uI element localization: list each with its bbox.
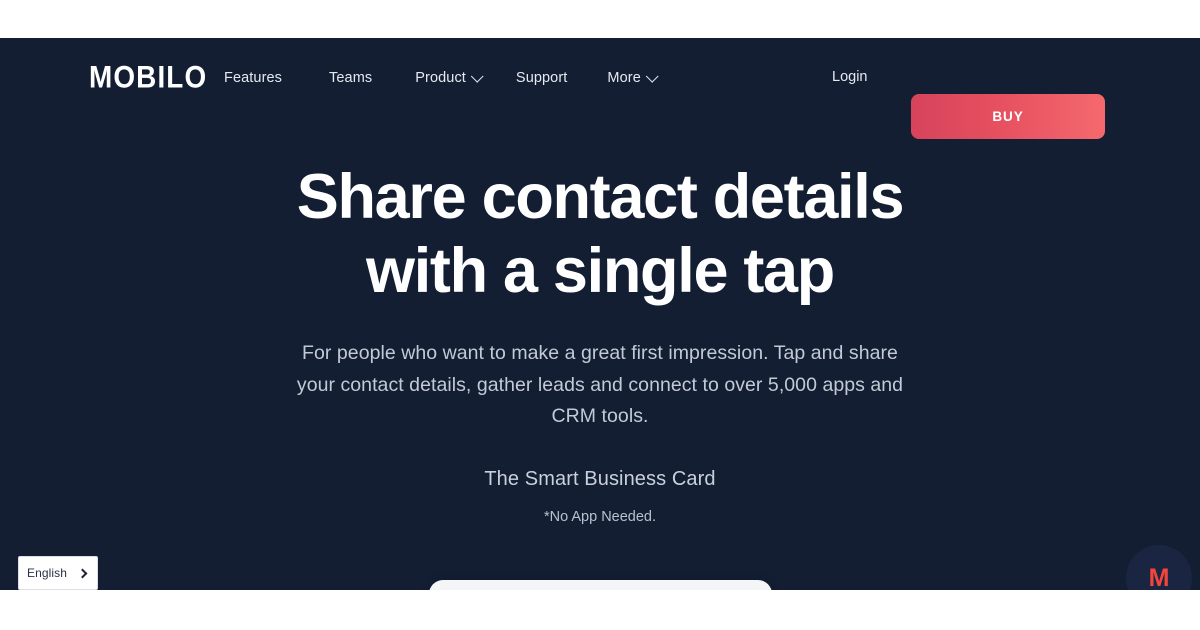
language-selector-label: English <box>27 566 68 580</box>
page-top-strip <box>0 0 1200 38</box>
hero-preview-card[interactable] <box>429 580 772 590</box>
nav-item-more[interactable]: More <box>607 69 659 86</box>
nav-item-product[interactable]: Product <box>415 69 484 86</box>
hero-footnote: *No App Needed. <box>543 509 657 525</box>
hero-section: MOBILO Features Teams Product Support Mo… <box>0 38 1200 590</box>
page-title: Share contact details with a single tap <box>0 160 1200 309</box>
site-navbar: MOBILO Features Teams Product Support Mo… <box>0 38 1200 139</box>
hero-subheadline: For people who want to make a great firs… <box>296 342 904 428</box>
nav-item-support[interactable]: Support <box>516 70 568 86</box>
chevron-right-icon <box>77 568 88 578</box>
hero-tagline: The Smart Business Card <box>484 468 716 490</box>
chevron-down-icon <box>645 69 659 83</box>
nav-item-label: Support <box>515 70 568 86</box>
nav-links: Features Teams Product Support More <box>224 38 659 118</box>
chevron-down-icon <box>470 69 484 83</box>
nav-item-label: Features <box>224 70 283 86</box>
login-link[interactable]: Login <box>832 69 867 85</box>
mobilo-chat-icon: M <box>1148 563 1170 590</box>
headline-line-1: Share contact details <box>296 162 905 232</box>
nav-item-label: Product <box>415 70 466 86</box>
language-selector[interactable]: English <box>18 556 98 590</box>
mobilo-logo[interactable]: MOBILO <box>89 61 207 94</box>
nav-item-label: Teams <box>329 70 373 86</box>
buy-button[interactable]: BUY <box>911 94 1105 139</box>
chat-launcher-button[interactable]: M <box>1126 545 1192 590</box>
nav-item-teams[interactable]: Teams <box>329 70 372 86</box>
headline-line-2: with a single tap <box>366 236 835 307</box>
nav-item-features[interactable]: Features <box>224 70 282 86</box>
page-root: MOBILO Features Teams Product Support Mo… <box>0 0 1200 630</box>
nav-item-label: More <box>607 70 641 86</box>
